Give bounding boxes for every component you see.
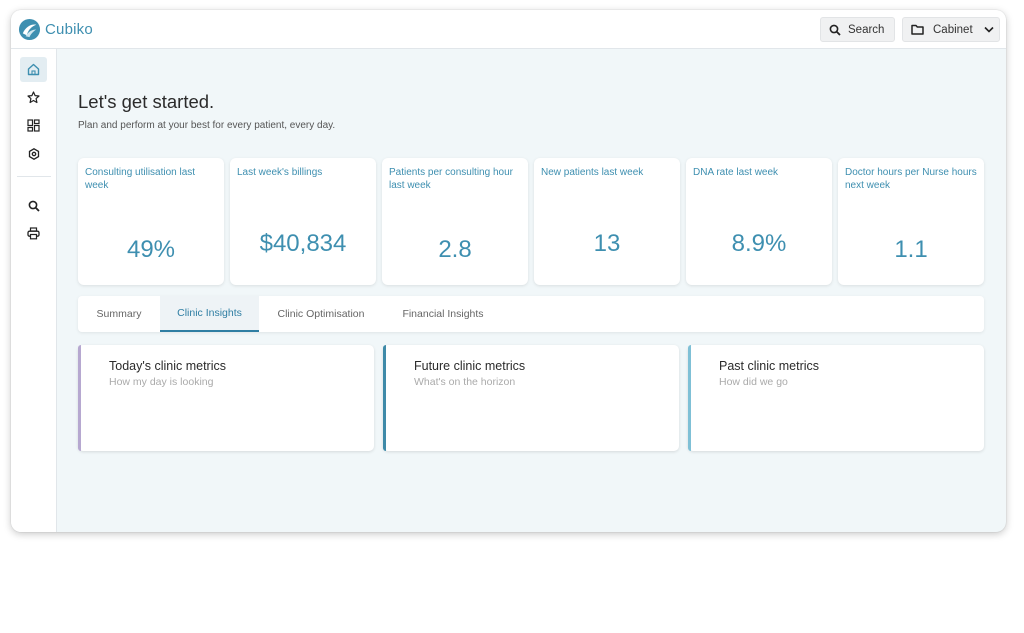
sidebar-item-search[interactable] [20, 193, 47, 218]
sidebar-item-favourites[interactable] [20, 85, 47, 110]
kpi-value: 13 [593, 230, 621, 257]
kpi-label: Patients per consulting hour last week [389, 167, 513, 191]
card-subtitle: What's on the horizon [414, 376, 516, 388]
search-button[interactable]: Search [820, 17, 895, 42]
search-icon [28, 200, 40, 212]
kpi-card[interactable]: New patients last week 13 [534, 158, 680, 285]
top-bar: Cubiko Search Cabinet [11, 10, 1006, 49]
sidebar-divider [17, 176, 51, 177]
card-title: Past clinic metrics [719, 359, 820, 373]
home-icon [27, 63, 40, 76]
folder-icon [911, 24, 924, 35]
kpi-value: 2.8 [438, 236, 472, 263]
kpi-card[interactable]: DNA rate last week 8.9% [686, 158, 832, 285]
app-window: Cubiko Search Cabinet Let's get started.… [11, 10, 1006, 532]
sidebar-item-dashboards[interactable] [20, 113, 47, 138]
future-clinic-metrics-card[interactable]: Future clinic metrics What's on the hori… [383, 345, 679, 451]
settings-icon [28, 147, 39, 160]
cabinet-dropdown-label: Cabinet [933, 23, 973, 36]
app-name: Cubiko [45, 21, 93, 38]
card-subtitle: How my day is looking [109, 376, 214, 388]
kpi-label: Last week's billings [237, 167, 323, 178]
kpi-value: 1.1 [894, 236, 928, 263]
card-accent-bar [78, 345, 81, 451]
sidebar-item-print[interactable] [20, 221, 47, 246]
card-accent-bar [688, 345, 691, 451]
print-icon [27, 227, 40, 240]
sidebar-item-home[interactable] [20, 57, 47, 82]
kpi-label: Doctor hours per Nurse hours next week [845, 167, 977, 191]
search-icon [829, 24, 841, 36]
page-subtitle: Plan and perform at your best for every … [78, 120, 336, 131]
kpi-card[interactable]: Doctor hours per Nurse hours next week 1… [838, 158, 984, 285]
kpi-value: 8.9% [731, 230, 787, 257]
main-content: Let's get started. Plan and perform at y… [57, 49, 1006, 532]
search-button-label: Search [848, 23, 885, 36]
insights-tabs: Summary Clinic Insights Clinic Optimisat… [78, 296, 984, 332]
sidebar [11, 49, 57, 532]
past-clinic-metrics-card[interactable]: Past clinic metrics How did we go [688, 345, 984, 451]
kpi-label: Consulting utilisation last week [85, 167, 196, 191]
card-title: Today's clinic metrics [109, 359, 226, 373]
kpi-card[interactable]: Patients per consulting hour last week 2… [382, 158, 528, 285]
kpi-card[interactable]: Last week's billings $40,834 [230, 158, 376, 285]
kpi-label: New patients last week [541, 167, 644, 178]
kpi-label: DNA rate last week [693, 167, 779, 178]
kpi-value: 49% [126, 236, 176, 263]
page-title: Let's get started. [78, 91, 215, 112]
card-title: Future clinic metrics [414, 359, 526, 373]
sidebar-item-settings[interactable] [20, 141, 47, 166]
tab-clinic-optimisation[interactable]: Clinic Optimisation [263, 296, 379, 332]
cubiko-logo-icon [18, 18, 41, 41]
chevron-down-icon [984, 26, 994, 33]
card-subtitle: How did we go [719, 376, 788, 388]
kpi-value: $40,834 [259, 230, 347, 257]
star-icon [27, 91, 40, 104]
kpi-card[interactable]: Consulting utilisation last week 49% [78, 158, 224, 285]
tab-financial-insights[interactable]: Financial Insights [387, 296, 499, 332]
todays-clinic-metrics-card[interactable]: Today's clinic metrics How my day is loo… [78, 345, 374, 451]
dashboard-icon [27, 119, 40, 132]
card-accent-bar [383, 345, 386, 451]
brand[interactable]: Cubiko [18, 18, 93, 41]
cabinet-dropdown[interactable]: Cabinet [902, 17, 1000, 42]
tab-clinic-insights[interactable]: Clinic Insights [160, 296, 259, 332]
tab-summary[interactable]: Summary [80, 296, 158, 332]
